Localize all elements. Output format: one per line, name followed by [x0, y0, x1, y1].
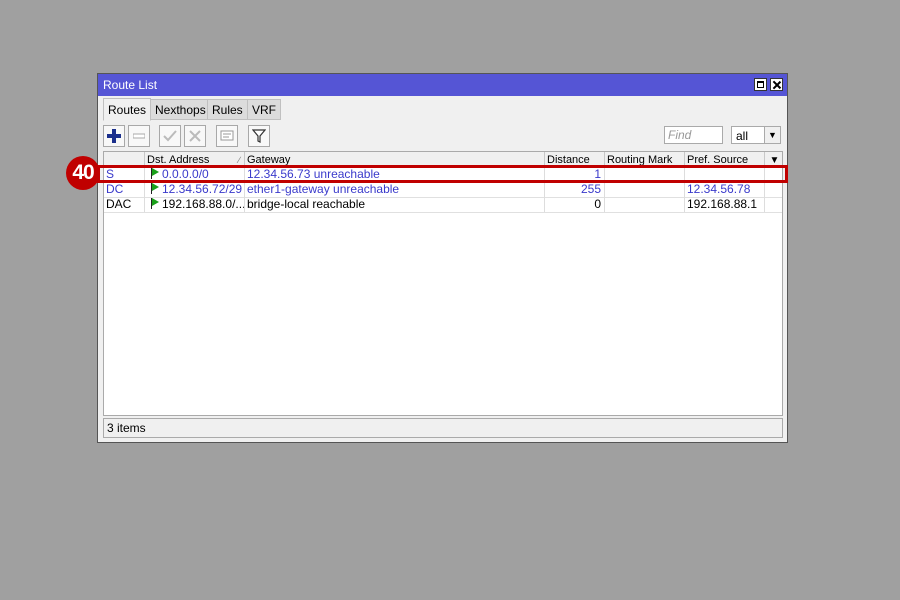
filter-select-value: all [736, 129, 749, 143]
cell-distance: 0 [544, 197, 604, 212]
sort-icon: ∕ [238, 155, 240, 165]
columns-menu-button[interactable]: ▼ [764, 152, 782, 166]
tab-vrf[interactable]: VRF [247, 99, 281, 120]
column-routing-mark[interactable]: Routing Mark [604, 152, 684, 166]
column-dst-address[interactable]: Dst. Address ∕ [144, 152, 244, 166]
enable-button[interactable] [159, 125, 181, 147]
filter-button[interactable] [248, 125, 270, 147]
active-flag-icon [151, 183, 160, 194]
cell-dst-address: 12.34.56.72/29 [144, 182, 244, 197]
maximize-icon[interactable] [754, 78, 767, 91]
row-highlight-box [97, 165, 788, 183]
cell-routing-mark [604, 182, 684, 197]
window-title: Route List [103, 78, 158, 92]
column-distance[interactable]: Distance [544, 152, 604, 166]
tab-nexthops[interactable]: Nexthops [150, 99, 211, 120]
table-row[interactable]: DAC 192.168.88.0/... bridge-local reacha… [104, 197, 782, 213]
title-bar[interactable]: Route List [98, 74, 787, 96]
cell-pref-source: 12.34.56.78 [684, 182, 764, 197]
cell-routing-mark [604, 197, 684, 212]
comment-button[interactable] [216, 125, 238, 147]
find-input[interactable] [664, 126, 723, 144]
route-list-window: Route List Routes Nexthops Rules VRF Fin… [97, 73, 788, 443]
disable-button[interactable] [184, 125, 206, 147]
active-flag-icon [151, 198, 160, 209]
status-bar: 3 items [103, 418, 783, 438]
cell-extra [764, 197, 782, 212]
cell-pref-source: 192.168.88.1 [684, 197, 764, 212]
remove-button[interactable] [128, 125, 150, 147]
filter-select[interactable]: all ▼ [731, 126, 781, 144]
cell-dst-address: 192.168.88.0/... [144, 197, 244, 212]
cell-flags: DAC [106, 197, 132, 211]
column-gateway[interactable]: Gateway [244, 152, 544, 166]
chevron-down-icon[interactable]: ▼ [764, 127, 780, 143]
comment-icon [220, 130, 234, 141]
filter-icon [251, 129, 267, 143]
column-pref-source[interactable]: Pref. Source [684, 152, 764, 166]
plus-icon [107, 129, 121, 143]
close-icon[interactable] [770, 78, 783, 91]
toolbar: all ▼ [103, 125, 783, 149]
tab-rules[interactable]: Rules [207, 99, 248, 120]
column-flags[interactable] [104, 152, 144, 166]
add-button[interactable] [103, 125, 125, 147]
cell-gateway: bridge-local reachable [244, 197, 544, 212]
step-badge: 40 [66, 156, 100, 190]
cell-extra [764, 182, 782, 197]
cell-dst-text: 192.168.88.0/... [162, 197, 244, 211]
cell-flags: DC [106, 182, 124, 196]
cell-dst-text: 12.34.56.72/29 [162, 182, 243, 196]
routes-table: Dst. Address ∕ Gateway Distance Routing M… [103, 151, 783, 416]
cell-distance: 255 [544, 182, 604, 197]
x-icon [189, 130, 201, 142]
table-row[interactable]: DC 12.34.56.72/29 ether1-gateway unreach… [104, 182, 782, 198]
minus-icon [132, 133, 146, 139]
cell-gateway: ether1-gateway unreachable [244, 182, 544, 197]
tab-routes[interactable]: Routes [103, 98, 152, 121]
check-icon [163, 130, 177, 142]
